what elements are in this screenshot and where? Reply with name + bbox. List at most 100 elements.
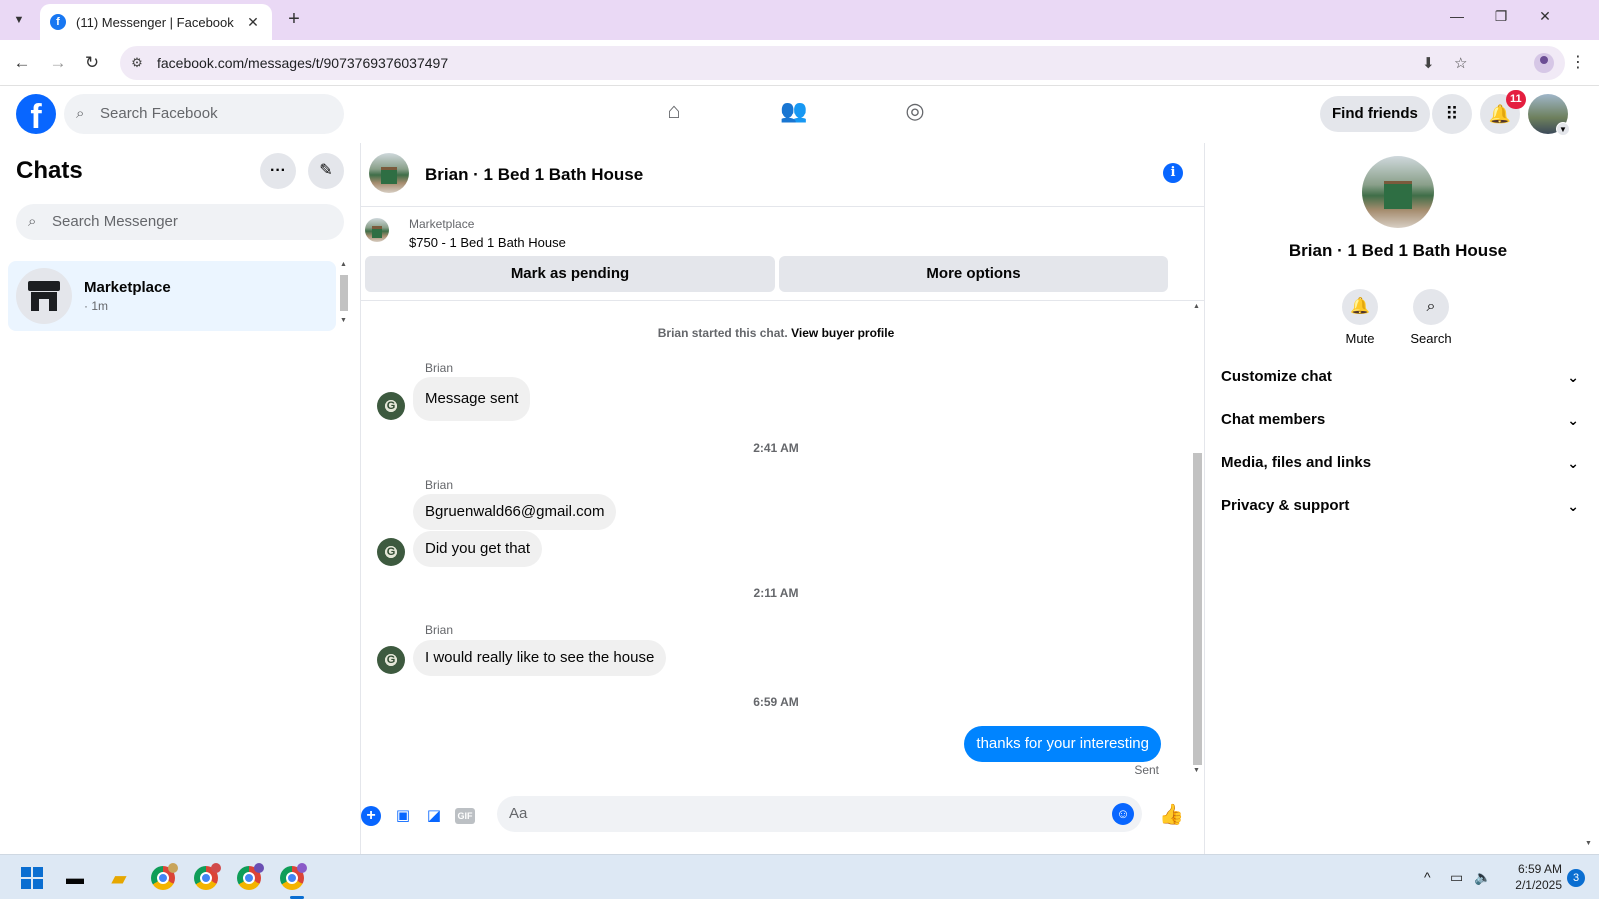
chevron-down-icon: ⌄ <box>1567 455 1579 471</box>
marketplace-listing-bar: Marketplace $750 - 1 Bed 1 Bath House Ma… <box>361 207 1204 301</box>
sticker-icon[interactable]: ◪ <box>422 804 446 828</box>
chevron-down-icon: ⌄ <box>1567 369 1579 385</box>
profile-avatar[interactable] <box>1362 156 1434 228</box>
listing-title[interactable]: $750 - 1 Bed 1 Bath House <box>409 235 566 250</box>
thread-scrollbar[interactable]: ▲ ▼ <box>1191 301 1204 779</box>
file-explorer-icon[interactable]: ▰ <box>104 863 134 893</box>
new-message-button[interactable]: ✎ <box>308 153 344 189</box>
site-info-icon[interactable]: ⚙ <box>128 54 146 72</box>
chat-list-item-marketplace[interactable]: Marketplace · 1m <box>8 261 336 331</box>
message-bubble[interactable]: I would really like to see the house <box>413 640 667 676</box>
search-icon: ⌕ <box>1413 289 1449 325</box>
sender-name: Brian <box>425 361 454 375</box>
browser-menu-icon[interactable]: ⋮ <box>1570 52 1586 72</box>
conversation-avatar[interactable] <box>369 153 409 193</box>
chrome-profile-2-icon[interactable] <box>191 863 221 893</box>
mute-label: Mute <box>1345 331 1375 346</box>
reload-button[interactable]: ↻ <box>80 51 104 75</box>
sender-avatar[interactable]: G <box>377 646 405 674</box>
message-bubble[interactable]: Did you get that <box>413 531 543 567</box>
minimize-button[interactable]: — <box>1442 8 1472 24</box>
plus-icon[interactable]: + <box>361 806 381 826</box>
privacy-support-section[interactable]: Privacy & support ⌄ <box>1221 488 1579 524</box>
mark-as-pending-button[interactable]: Mark as pending <box>365 256 775 292</box>
facebook-search-placeholder: Search Facebook <box>100 105 218 122</box>
menu-grid-icon[interactable]: ⠿ <box>1432 94 1472 134</box>
chat-details-panel: Brian · 1 Bed 1 Bath House 🔔 Mute ⌕ Sear… <box>1204 143 1599 854</box>
marketplace-store-icon <box>16 268 72 324</box>
own-message-bubble[interactable]: thanks for your interesting <box>964 726 1161 762</box>
chrome-profile-1-icon[interactable] <box>148 863 178 893</box>
show-hidden-icons-icon[interactable]: ^ <box>1424 869 1431 885</box>
sender-avatar[interactable]: G <box>377 392 405 420</box>
customize-chat-section[interactable]: Customize chat ⌄ <box>1221 359 1579 395</box>
timestamp: 2:41 AM <box>753 441 799 455</box>
chrome-profile-4-icon[interactable] <box>277 863 307 893</box>
timestamp: 2:11 AM <box>753 586 799 600</box>
address-bar[interactable]: ⚙ facebook.com/messages/t/90737693760374… <box>120 46 1565 80</box>
photo-icon[interactable]: ▣ <box>391 804 415 828</box>
message-bubble[interactable]: Message sent <box>413 377 531 421</box>
find-friends-button[interactable]: Find friends <box>1320 96 1430 132</box>
message-input[interactable]: Aa ☺ <box>497 796 1142 832</box>
facebook-logo[interactable]: f <box>16 94 56 134</box>
close-tab-icon[interactable]: ✕ <box>244 14 262 31</box>
chat-members-section[interactable]: Chat members ⌄ <box>1221 402 1579 438</box>
sender-avatar[interactable]: G <box>377 538 405 566</box>
home-icon[interactable]: ⌂ <box>656 98 692 130</box>
windows-logo-icon <box>21 867 43 889</box>
close-window-button[interactable]: ✕ <box>1530 8 1560 25</box>
chevron-down-icon: ⌄ <box>1567 412 1579 428</box>
conversation-header: Brian · 1 Bed 1 Bath House i <box>361 143 1204 207</box>
system-clock[interactable]: 6:59 AM 2/1/2025 <box>1506 861 1562 893</box>
network-icon[interactable]: ▭ <box>1450 869 1463 886</box>
chat-item-time: · 1m <box>84 299 108 313</box>
bell-icon: 🔔 <box>1342 289 1378 325</box>
search-conversation-button[interactable]: ⌕ Search <box>1401 289 1461 346</box>
media-files-links-section[interactable]: Media, files and links ⌄ <box>1221 445 1579 481</box>
account-avatar[interactable]: ▼ <box>1528 94 1570 136</box>
back-button[interactable]: ← <box>10 51 34 75</box>
facebook-search-input[interactable]: ⌕ Search Facebook <box>64 94 344 134</box>
profile-name: Brian · 1 Bed 1 Bath House <box>1288 241 1508 260</box>
emoji-icon[interactable]: ☺ <box>1112 803 1134 825</box>
messenger-search-input[interactable]: ⌕ Search Messenger <box>16 204 344 240</box>
page-scroll-down-arrow[interactable]: ▼ <box>1585 840 1592 847</box>
info-icon[interactable]: i <box>1163 163 1183 183</box>
more-options-button[interactable]: More options <box>779 256 1168 292</box>
section-label: Chat members <box>1221 411 1326 428</box>
gif-icon[interactable]: GIF <box>455 808 475 824</box>
chat-item-name: Marketplace <box>84 279 171 296</box>
tab-search-button[interactable]: ▼ <box>8 9 30 31</box>
task-view-icon[interactable]: ▬ <box>60 863 90 893</box>
mute-button[interactable]: 🔔 Mute <box>1330 289 1390 346</box>
new-tab-button[interactable]: + <box>282 8 306 31</box>
notification-count-badge[interactable]: 3 <box>1567 869 1585 887</box>
clock-date: 2/1/2025 <box>1515 878 1562 892</box>
forward-button[interactable]: → <box>46 51 70 75</box>
chats-options-button[interactable]: ··· <box>260 153 296 189</box>
timestamp: 6:59 AM <box>753 695 799 709</box>
url-text[interactable]: facebook.com/messages/t/9073769376037497 <box>157 55 448 71</box>
sidebar-scrollbar[interactable]: ▲ ▼ <box>338 261 350 327</box>
chevron-down-icon: ⌄ <box>1567 498 1579 514</box>
friends-icon[interactable]: 👥 <box>776 98 812 130</box>
chat-started-notice: Brian started this chat. View buyer prof… <box>361 326 1191 340</box>
view-buyer-profile-link[interactable]: View buyer profile <box>791 326 894 340</box>
start-button[interactable] <box>17 863 47 893</box>
message-bubble[interactable]: Bgruenwald66@gmail.com <box>413 494 617 530</box>
browser-profile-icon[interactable] <box>1534 53 1554 73</box>
thumbs-up-icon[interactable]: 👍 <box>1159 802 1184 827</box>
groups-icon[interactable]: ◎ <box>897 98 933 130</box>
conversation-title[interactable]: Brian · 1 Bed 1 Bath House <box>425 165 643 185</box>
marketplace-label: Marketplace <box>409 217 475 231</box>
restore-button[interactable]: ❐ <box>1486 8 1516 25</box>
sender-name: Brian <box>425 623 454 637</box>
clock-time: 6:59 AM <box>1517 862 1562 876</box>
facebook-header: f ⌕ Search Facebook ⌂ 👥 ◎ Find friends ⠿… <box>0 86 1599 143</box>
install-app-icon[interactable]: ⬇ <box>1422 54 1435 72</box>
volume-icon[interactable]: 🔈 <box>1474 869 1491 886</box>
bookmark-star-icon[interactable]: ☆ <box>1454 54 1467 72</box>
chrome-profile-3-icon[interactable] <box>234 863 264 893</box>
browser-tab[interactable]: f (11) Messenger | Facebook ✕ <box>40 4 272 40</box>
